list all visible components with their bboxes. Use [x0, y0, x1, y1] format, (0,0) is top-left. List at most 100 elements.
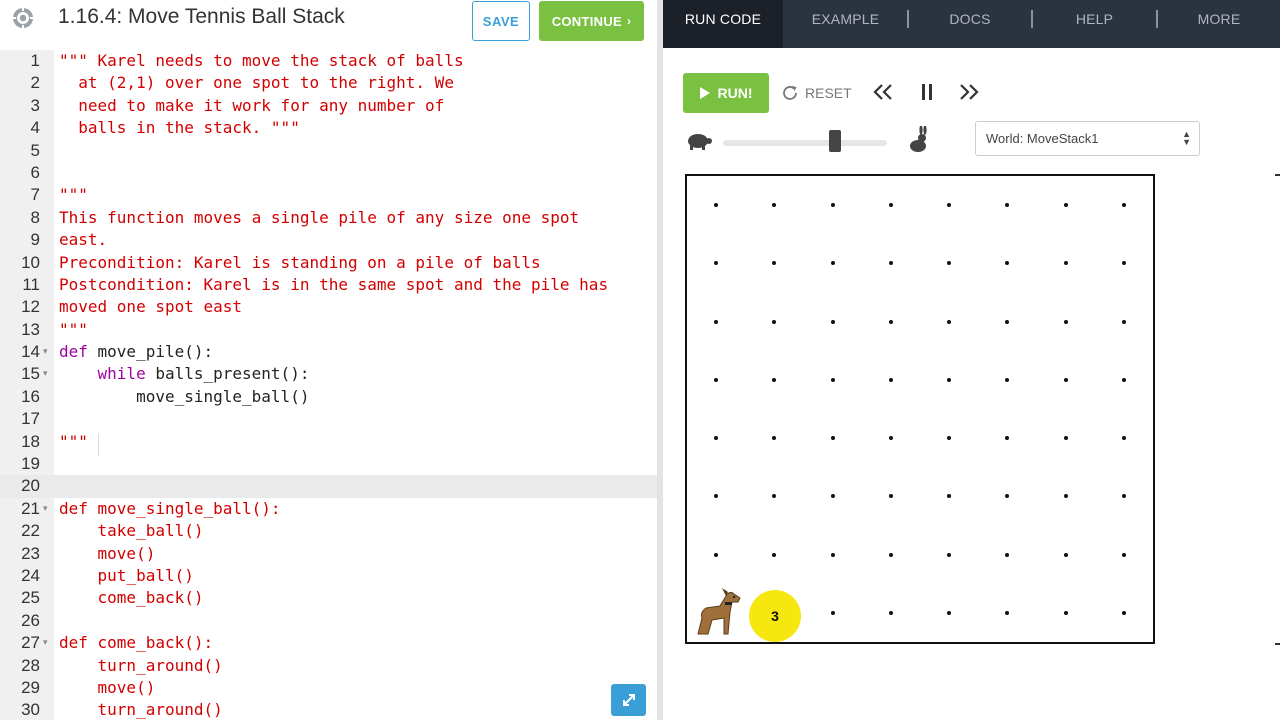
code-line[interactable]: 19: [0, 453, 658, 475]
grid-dot: [947, 494, 952, 499]
code-text: """: [59, 185, 88, 205]
code-line[interactable]: 4 balls in the stack. """: [0, 117, 658, 139]
speed-slider[interactable]: [723, 140, 887, 146]
code-line[interactable]: 17: [0, 408, 658, 430]
line-number: 2: [30, 73, 40, 93]
gear-icon[interactable]: [12, 7, 34, 29]
code-line[interactable]: 12 moved one spot east: [0, 296, 658, 318]
code-line[interactable]: 20: [0, 475, 658, 498]
run-pane: RUN CODE EXAMPLE DOCS HELP MORE RUN! RES…: [663, 0, 1280, 720]
fold-arrow-icon[interactable]: ▾: [43, 498, 48, 520]
code-identifier: balls_present():: [155, 364, 310, 384]
code-line[interactable]: 8 This function moves a single pile of an…: [0, 207, 658, 229]
tab-example[interactable]: EXAMPLE: [783, 0, 908, 48]
code-line[interactable]: 7 """: [0, 184, 658, 206]
rabbit-icon: [910, 126, 927, 152]
line-number: 16: [21, 386, 40, 406]
pause-button[interactable]: [915, 80, 939, 104]
grid-dot: [714, 319, 719, 324]
grid-dot: [947, 552, 952, 557]
chevron-right-icon: ›: [627, 14, 632, 28]
tab-help[interactable]: HELP: [1033, 0, 1156, 48]
code-line[interactable]: 16 move_single_ball(): [0, 386, 658, 408]
code-lines[interactable]: 1 """ Karel needs to move the stack of ba…: [0, 50, 658, 720]
fold-arrow-icon[interactable]: ▾: [43, 363, 48, 385]
continue-button[interactable]: CONTINUE ›: [539, 1, 644, 41]
save-button[interactable]: SAVE: [472, 1, 530, 41]
reset-button[interactable]: RESET: [781, 80, 852, 106]
fold-arrow-icon[interactable]: ▾: [43, 341, 48, 363]
code-text: come_back(): [59, 588, 204, 608]
code-line[interactable]: 18 """: [0, 431, 658, 453]
code-line[interactable]: 25 come_back(): [0, 587, 658, 609]
fold-arrow-icon[interactable]: ▾: [43, 632, 48, 654]
grid-dot: [830, 203, 835, 208]
grid-dot: [830, 319, 835, 324]
line-number: 14: [21, 342, 40, 362]
step-back-button[interactable]: [871, 80, 895, 104]
code-text: move(): [59, 543, 156, 563]
speed-slider-handle[interactable]: [828, 130, 841, 152]
code-line[interactable]: 21 ▾ def move_single_ball():: [0, 498, 658, 520]
code-line[interactable]: 29 move(): [0, 677, 658, 699]
code-line[interactable]: 11 Postcondition: Karel is in the same sp…: [0, 274, 658, 296]
karel-world: 3: [685, 174, 1155, 644]
code-line[interactable]: 3 need to make it work for any number of: [0, 95, 658, 117]
step-forward-button[interactable]: [957, 80, 981, 104]
grid-dot: [947, 377, 952, 382]
code-text: """: [59, 431, 88, 451]
line-number: 22: [21, 521, 40, 541]
line-number: 27: [21, 633, 40, 653]
code-line[interactable]: 27 ▾ def come_back():: [0, 632, 658, 654]
code-line[interactable]: 24 put_ball(): [0, 565, 658, 587]
code-line[interactable]: 10 Precondition: Karel is standing on a p…: [0, 252, 658, 274]
line-number: 29: [21, 677, 40, 697]
code-line[interactable]: 15 ▾ while balls_present():: [0, 363, 658, 385]
code-line[interactable]: 26: [0, 610, 658, 632]
line-number: 26: [21, 610, 40, 630]
grid-dot: [1121, 610, 1126, 615]
code-text: def come_back():: [59, 633, 214, 653]
code-line[interactable]: 28 turn_around(): [0, 655, 658, 677]
line-number: 19: [21, 454, 40, 474]
code-line[interactable]: 5: [0, 140, 658, 162]
world-select[interactable]: World: MoveStack1 ▲ ▼: [975, 121, 1200, 156]
grid-dot: [830, 377, 835, 382]
line-number: 11: [22, 274, 40, 294]
pause-icon: [922, 84, 932, 100]
reset-label: RESET: [805, 85, 852, 101]
code-line[interactable]: 6: [0, 162, 658, 184]
grid-dot: [947, 319, 952, 324]
page-title: 1.16.4: Move Tennis Ball Stack: [58, 5, 345, 28]
refresh-icon: [783, 86, 797, 100]
select-arrows-icon: ▲ ▼: [1182, 129, 1191, 147]
grid-dot: [888, 377, 893, 382]
code-line[interactable]: 13 """: [0, 319, 658, 341]
code-line[interactable]: 1 """ Karel needs to move the stack of ba…: [0, 50, 658, 72]
grid-dot: [714, 261, 719, 266]
line-number: 8: [30, 207, 40, 227]
code-line[interactable]: 14 ▾ def move_pile():: [0, 341, 658, 363]
grid-dot: [1121, 377, 1126, 382]
code-line[interactable]: 30 turn_around(): [0, 699, 658, 720]
code-editor[interactable]: 1 """ Karel needs to move the stack of ba…: [0, 50, 658, 720]
code-line[interactable]: 9 east.: [0, 229, 658, 251]
app-root: 1.16.4: Move Tennis Ball Stack SAVE CONT…: [0, 0, 1280, 720]
grid-dot: [947, 261, 952, 266]
line-number: 12: [21, 297, 40, 317]
line-number: 13: [21, 319, 40, 339]
run-button[interactable]: RUN!: [683, 73, 769, 113]
grid-dot: [947, 436, 952, 441]
tab-run-code[interactable]: RUN CODE: [663, 0, 783, 48]
code-line[interactable]: 2 at (2,1) over one spot to the right. W…: [0, 72, 658, 94]
code-text: move_single_ball(): [59, 386, 310, 406]
code-line[interactable]: 23 move(): [0, 543, 658, 565]
grid-dot: [714, 436, 719, 441]
grid-dot: [714, 494, 719, 499]
code-line[interactable]: 22 take_ball(): [0, 520, 658, 542]
expand-button[interactable]: [611, 684, 646, 716]
tab-more[interactable]: MORE: [1158, 0, 1280, 48]
tab-docs[interactable]: DOCS: [909, 0, 1031, 48]
edge-tick: [1275, 174, 1280, 176]
grid-dot: [888, 494, 893, 499]
